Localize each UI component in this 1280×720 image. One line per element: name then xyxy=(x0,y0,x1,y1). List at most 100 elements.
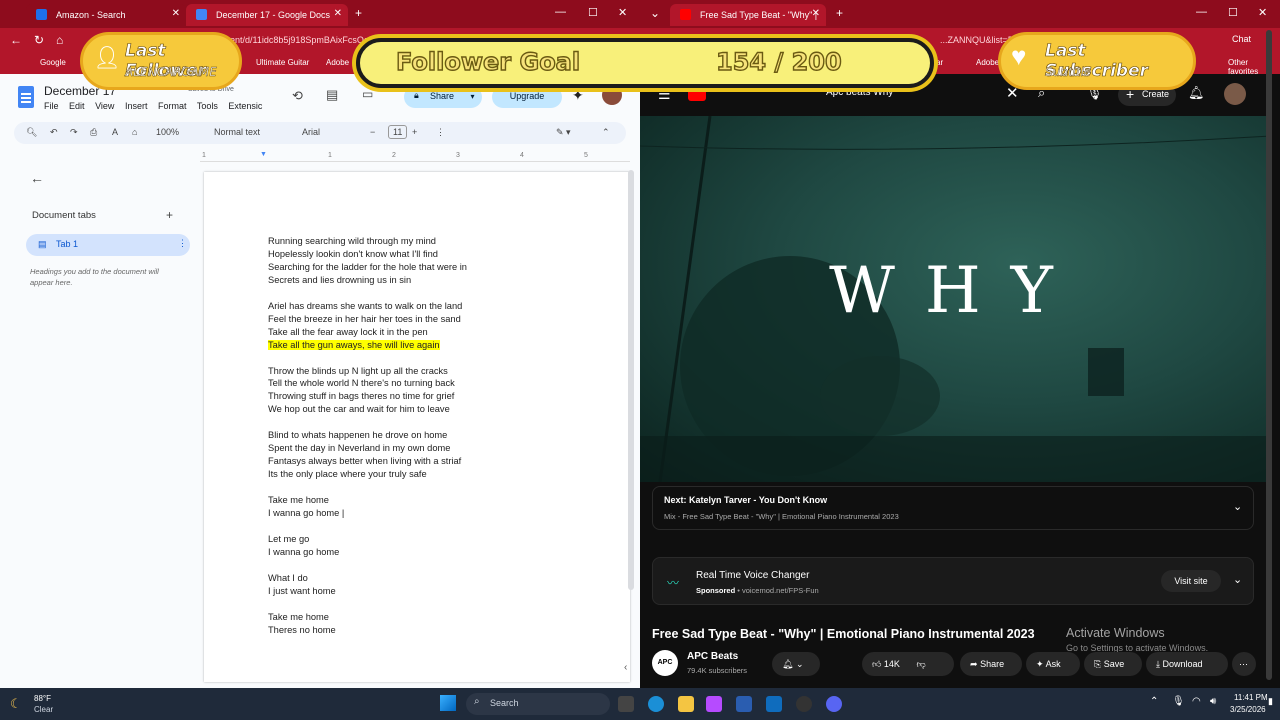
chevron-down-icon[interactable]: ⌄ xyxy=(650,6,660,20)
close-icon[interactable]: ✕ xyxy=(334,8,342,19)
font-size-decrease[interactable]: − xyxy=(370,127,375,137)
mic-icon[interactable]: 🎙︎ xyxy=(1172,696,1185,707)
dislike-button[interactable]: 👎︎ xyxy=(916,659,925,669)
menu-extensions[interactable]: Extensic xyxy=(228,101,262,111)
visit-site-button[interactable]: Visit site xyxy=(1161,570,1221,592)
doc-line[interactable]: Running searching wild through my mind xyxy=(268,236,436,246)
font-select[interactable]: Arial xyxy=(302,127,320,137)
bookmark-adobe[interactable]: Adobe xyxy=(326,58,349,67)
back-icon[interactable]: ← xyxy=(10,33,22,47)
weather-temp[interactable]: 88°F xyxy=(34,694,51,703)
docs-logo-icon[interactable] xyxy=(18,86,34,108)
more-actions-button[interactable]: ⋯ xyxy=(1232,652,1256,676)
doc-line[interactable]: Throw the blinds up N light up all the c… xyxy=(268,366,448,376)
menu-edit[interactable]: Edit xyxy=(69,101,85,111)
bookmark-adobe[interactable]: Adobe xyxy=(976,58,999,67)
taskbar-search-input[interactable]: ⌕ Search xyxy=(466,693,610,715)
comment-icon[interactable]: ▤ xyxy=(326,87,338,103)
doc-line[interactable]: Its the only place where your truly safe xyxy=(268,469,427,479)
maximize-icon[interactable]: ☐ xyxy=(1228,6,1238,19)
ask-button[interactable]: ✦ Ask xyxy=(1026,652,1080,676)
back-arrow-icon[interactable]: ← xyxy=(30,170,44,186)
undo-icon[interactable]: ↶ xyxy=(50,127,58,138)
menu-file[interactable]: File xyxy=(44,101,59,111)
doc-line[interactable]: Theres no home xyxy=(268,625,336,635)
channel-avatar[interactable]: APC xyxy=(652,650,678,676)
bookmark-google[interactable]: Google xyxy=(40,58,66,67)
more-options-icon[interactable]: ⋮ xyxy=(436,127,445,138)
up-next-card[interactable]: Next: Katelyn Tarver - You Don't Know Mi… xyxy=(652,486,1254,530)
file-explorer-icon[interactable] xyxy=(678,696,694,712)
doc-line[interactable]: Take all the gun aways, she will live ag… xyxy=(268,339,440,350)
style-select[interactable]: Normal text xyxy=(214,127,260,137)
sidebar-item-tab-1[interactable]: ▤ Tab 1 ⋮ xyxy=(26,234,190,256)
video-player[interactable]: WHY xyxy=(640,116,1272,482)
mail-icon[interactable] xyxy=(766,696,782,712)
doc-line[interactable]: Take all the fear away lock it in the pe… xyxy=(268,327,428,337)
clock-date[interactable]: 3/25/2026 xyxy=(1230,705,1266,714)
edge-icon[interactable] xyxy=(648,696,664,712)
document-page[interactable]: Running searching wild through my mind Ho… xyxy=(204,172,630,682)
menu-view[interactable]: View xyxy=(95,101,114,111)
bookmark-ultimate-guitar[interactable]: Ultimate Guitar xyxy=(256,58,309,67)
subscribe-bell-button[interactable]: 🔔︎ ⌄ xyxy=(772,652,820,676)
avatar[interactable] xyxy=(602,85,622,105)
wifi-icon[interactable]: ◠ xyxy=(1192,696,1201,707)
redo-icon[interactable]: ↷ xyxy=(70,127,78,138)
share-button[interactable]: ➦ Share xyxy=(960,652,1022,676)
tab-youtube[interactable]: Free Sad Type Beat - "Why" | ✕ xyxy=(670,4,826,26)
obs-icon[interactable] xyxy=(796,696,812,712)
chevron-down-icon[interactable]: ▾ xyxy=(471,92,475,101)
hamburger-menu-icon[interactable]: ☰ xyxy=(658,86,671,103)
close-icon[interactable]: ✕ xyxy=(172,8,180,19)
new-tab-icon[interactable]: + xyxy=(355,6,362,20)
doc-line[interactable]: Take me home xyxy=(268,612,329,622)
maximize-icon[interactable]: ☐ xyxy=(588,6,598,19)
chevron-down-icon[interactable]: ⌄ xyxy=(1233,573,1242,586)
close-window-icon[interactable]: ✕ xyxy=(618,6,627,19)
doc-line[interactable]: We hop out the car and wait for him to l… xyxy=(268,404,450,414)
youtube-logo-icon[interactable] xyxy=(688,88,706,101)
doc-line[interactable]: Throwing stuff in bags theres no time fo… xyxy=(268,391,454,401)
zoom-select[interactable]: 100% xyxy=(156,127,179,137)
notification-icon[interactable]: ▮ xyxy=(1268,696,1273,707)
store-icon[interactable] xyxy=(736,696,752,712)
edit-mode-icon[interactable]: ✎ ▾ xyxy=(556,127,571,138)
search-icon[interactable]: 🔍︎ xyxy=(26,127,37,138)
sponsored-ad-card[interactable]: 〰 Real Time Voice Changer Sponsored • vo… xyxy=(652,557,1254,605)
collapse-panel-icon[interactable]: ‹ xyxy=(624,662,627,673)
tab-amazon[interactable]: Amazon - Search ✕ xyxy=(26,4,186,26)
home-icon[interactable]: ⌂ xyxy=(56,33,63,47)
font-size-input[interactable]: 11 xyxy=(388,125,408,139)
doc-line[interactable]: Feel the breeze in her hair her toes in … xyxy=(268,314,461,324)
gemini-icon[interactable]: ✦ xyxy=(572,87,584,104)
doc-line[interactable]: Secrets and lies drowning us in sin xyxy=(268,275,411,285)
indent-marker-icon[interactable]: ▼ xyxy=(260,151,267,158)
doc-line[interactable]: Let me go xyxy=(268,534,309,544)
new-tab-icon[interactable]: + xyxy=(836,6,843,20)
discord-icon[interactable] xyxy=(826,696,842,712)
task-view-icon[interactable] xyxy=(618,696,634,712)
font-size-increase[interactable]: + xyxy=(412,127,417,137)
channel-name[interactable]: APC Beats xyxy=(687,651,738,662)
doc-line[interactable]: What I do xyxy=(268,573,308,583)
share-button[interactable]: 🔒︎ Share ▾ xyxy=(404,86,482,108)
add-tab-icon[interactable]: + xyxy=(166,208,173,222)
doc-line[interactable]: Spent the day in Neverland in my own dom… xyxy=(268,443,450,453)
doc-line[interactable]: Tell the whole world N there's no turnin… xyxy=(268,378,455,388)
tab-options-icon[interactable]: ⋮ xyxy=(178,238,187,249)
close-icon[interactable]: ✕ xyxy=(812,8,820,19)
menu-tools[interactable]: Tools xyxy=(197,101,218,111)
reload-icon[interactable]: ↻ xyxy=(34,33,44,47)
menu-insert[interactable]: Insert xyxy=(125,101,148,111)
close-window-icon[interactable]: ✕ xyxy=(1258,6,1267,19)
doc-line[interactable]: I wanna go home xyxy=(268,547,339,557)
like-button[interactable]: 👍︎ 14K xyxy=(872,659,900,669)
minimize-icon[interactable]: — xyxy=(555,6,566,18)
upgrade-button[interactable]: Upgrade xyxy=(492,86,562,108)
doc-line[interactable]: I just want home xyxy=(268,586,336,596)
history-icon[interactable]: ⟲ xyxy=(292,88,303,104)
print-icon[interactable]: ⎙ xyxy=(90,127,97,138)
copilot-icon[interactable] xyxy=(706,696,722,712)
meet-icon[interactable]: ▭ xyxy=(362,87,373,101)
